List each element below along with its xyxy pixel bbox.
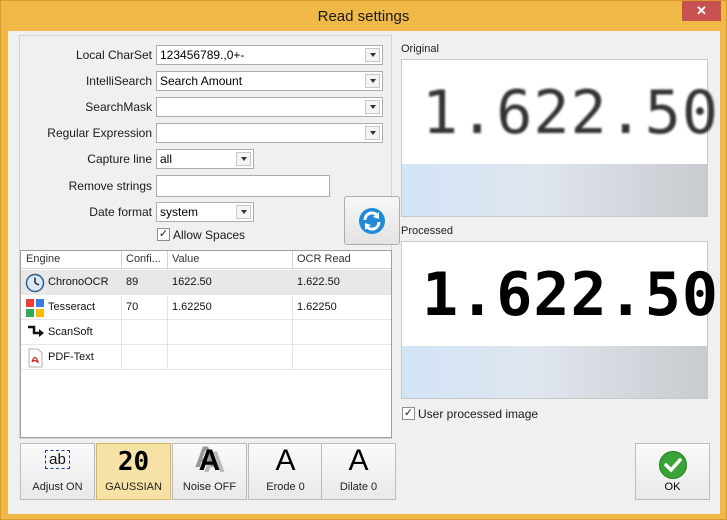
processed-preview: 1.622.50 — [401, 241, 718, 399]
table-row[interactable]: ChronoOCR 89 1622.50 1.622.50 — [21, 270, 391, 295]
column-value[interactable]: Value — [172, 253, 199, 265]
erode-icon: A — [275, 444, 296, 477]
clock-icon — [25, 273, 45, 293]
column-ocr-read[interactable]: OCR Read — [297, 253, 351, 265]
checkmark-icon — [659, 451, 687, 479]
gaussian-icon: 20 — [117, 447, 150, 477]
original-label: Original — [401, 43, 439, 55]
remove-strings-label: Remove strings — [68, 179, 152, 193]
date-format-value: system — [160, 205, 199, 219]
engine-name: Tesseract — [48, 301, 96, 313]
dilate-label: Dilate 0 — [339, 481, 378, 493]
remove-strings-input[interactable] — [156, 175, 330, 197]
allow-spaces-label: Allow Spaces — [173, 228, 246, 242]
engine-name: PDF-Text — [48, 351, 94, 363]
processed-image: 1.622.50 — [402, 242, 718, 346]
adjust-button[interactable]: ab Adjust ON — [20, 443, 95, 500]
column-engine[interactable]: Engine — [26, 253, 60, 265]
date-format-label: Date format — [89, 205, 152, 219]
close-button[interactable]: ✕ — [682, 1, 721, 21]
window-title: Read settings — [317, 8, 410, 25]
local-charset-combo[interactable]: 123456789.,0+- — [156, 45, 383, 65]
noise-label: Noise OFF — [182, 481, 237, 493]
local-charset-label: Local CharSet — [75, 48, 152, 62]
processed-digits: 1.622.50 — [422, 260, 719, 330]
column-confidence[interactable]: Confi... — [126, 253, 161, 265]
original-image: 1.622.50 — [402, 60, 718, 164]
local-charset-value: 123456789.,0+- — [160, 48, 245, 62]
searchmask-combo[interactable] — [156, 97, 383, 117]
pdf-icon — [28, 348, 43, 368]
capture-line-label: Capture line — [87, 152, 152, 166]
column-divider[interactable] — [121, 251, 122, 269]
value-cell: 1.62250 — [172, 301, 212, 313]
intellisearch-value: Search Amount — [160, 74, 243, 88]
ocr-read-cell: 1.62250 — [297, 301, 337, 313]
engine-name: ScanSoft — [48, 326, 93, 338]
adjust-icon: ab — [21, 450, 94, 469]
noise-icon: A — [198, 444, 221, 477]
column-divider[interactable] — [292, 251, 293, 269]
noise-button[interactable]: A Noise OFF — [172, 443, 247, 500]
scansoft-icon — [28, 325, 44, 337]
title-bar[interactable]: Read settings ✕ — [1, 1, 726, 31]
user-processed-label: User processed image — [418, 407, 539, 421]
dialog-client-area: Local CharSet 123456789.,0+- IntelliSear… — [8, 31, 720, 514]
engine-name: ChronoOCR — [48, 276, 109, 288]
date-format-combo[interactable]: system — [156, 202, 254, 222]
chevron-down-icon[interactable] — [365, 48, 380, 62]
refresh-icon — [359, 207, 385, 234]
engine-grid[interactable]: Engine Confi... Value OCR Read ChronoOCR — [20, 250, 392, 438]
chevron-down-icon[interactable] — [365, 100, 380, 114]
capture-line-value: all — [160, 152, 173, 166]
intellisearch-label: IntelliSearch — [85, 74, 152, 88]
allow-spaces-checkbox[interactable]: ✓ — [157, 228, 170, 241]
tesseract-icon — [26, 299, 44, 317]
read-settings-window: Read settings ✕ Local CharSet 123456789.… — [0, 0, 727, 520]
table-row[interactable]: ScanSoft — [21, 320, 391, 345]
capture-line-combo[interactable]: all — [156, 149, 254, 169]
grid-header: Engine Confi... Value OCR Read — [21, 251, 391, 269]
chevron-down-icon[interactable] — [236, 205, 251, 219]
table-row[interactable]: PDF-Text — [21, 345, 391, 370]
confidence-cell: 70 — [126, 301, 139, 313]
erode-button[interactable]: A Erode 0 — [248, 443, 323, 500]
chevron-down-icon[interactable] — [236, 152, 251, 166]
table-row[interactable]: Tesseract 70 1.62250 1.62250 — [21, 295, 391, 320]
gaussian-button[interactable]: 20 GAUSSIAN — [96, 443, 171, 500]
original-preview: 1.622.50 — [401, 59, 718, 217]
regex-combo[interactable] — [156, 123, 383, 143]
original-digits: 1.622.50 — [422, 78, 719, 148]
processed-label: Processed — [401, 225, 453, 237]
value-cell: 1622.50 — [172, 276, 212, 288]
erode-label: Erode 0 — [266, 481, 305, 493]
refresh-button[interactable] — [344, 196, 400, 245]
dilate-button[interactable]: A Dilate 0 — [321, 443, 396, 500]
adjust-label: Adjust ON — [32, 481, 83, 493]
dilate-icon: A — [348, 444, 369, 477]
regex-label: Regular Expression — [47, 126, 152, 140]
chevron-down-icon[interactable] — [365, 126, 380, 140]
ocr-read-cell: 1.622.50 — [297, 276, 340, 288]
ok-button[interactable]: OK — [635, 443, 710, 500]
chevron-down-icon[interactable] — [365, 74, 380, 88]
column-divider[interactable] — [167, 251, 168, 269]
intellisearch-combo[interactable]: Search Amount — [156, 71, 383, 91]
searchmask-label: SearchMask — [85, 100, 152, 114]
ok-label: OK — [664, 481, 681, 493]
user-processed-checkbox[interactable]: ✓ — [402, 407, 415, 420]
confidence-cell: 89 — [126, 276, 139, 288]
gaussian-label: GAUSSIAN — [105, 481, 162, 493]
